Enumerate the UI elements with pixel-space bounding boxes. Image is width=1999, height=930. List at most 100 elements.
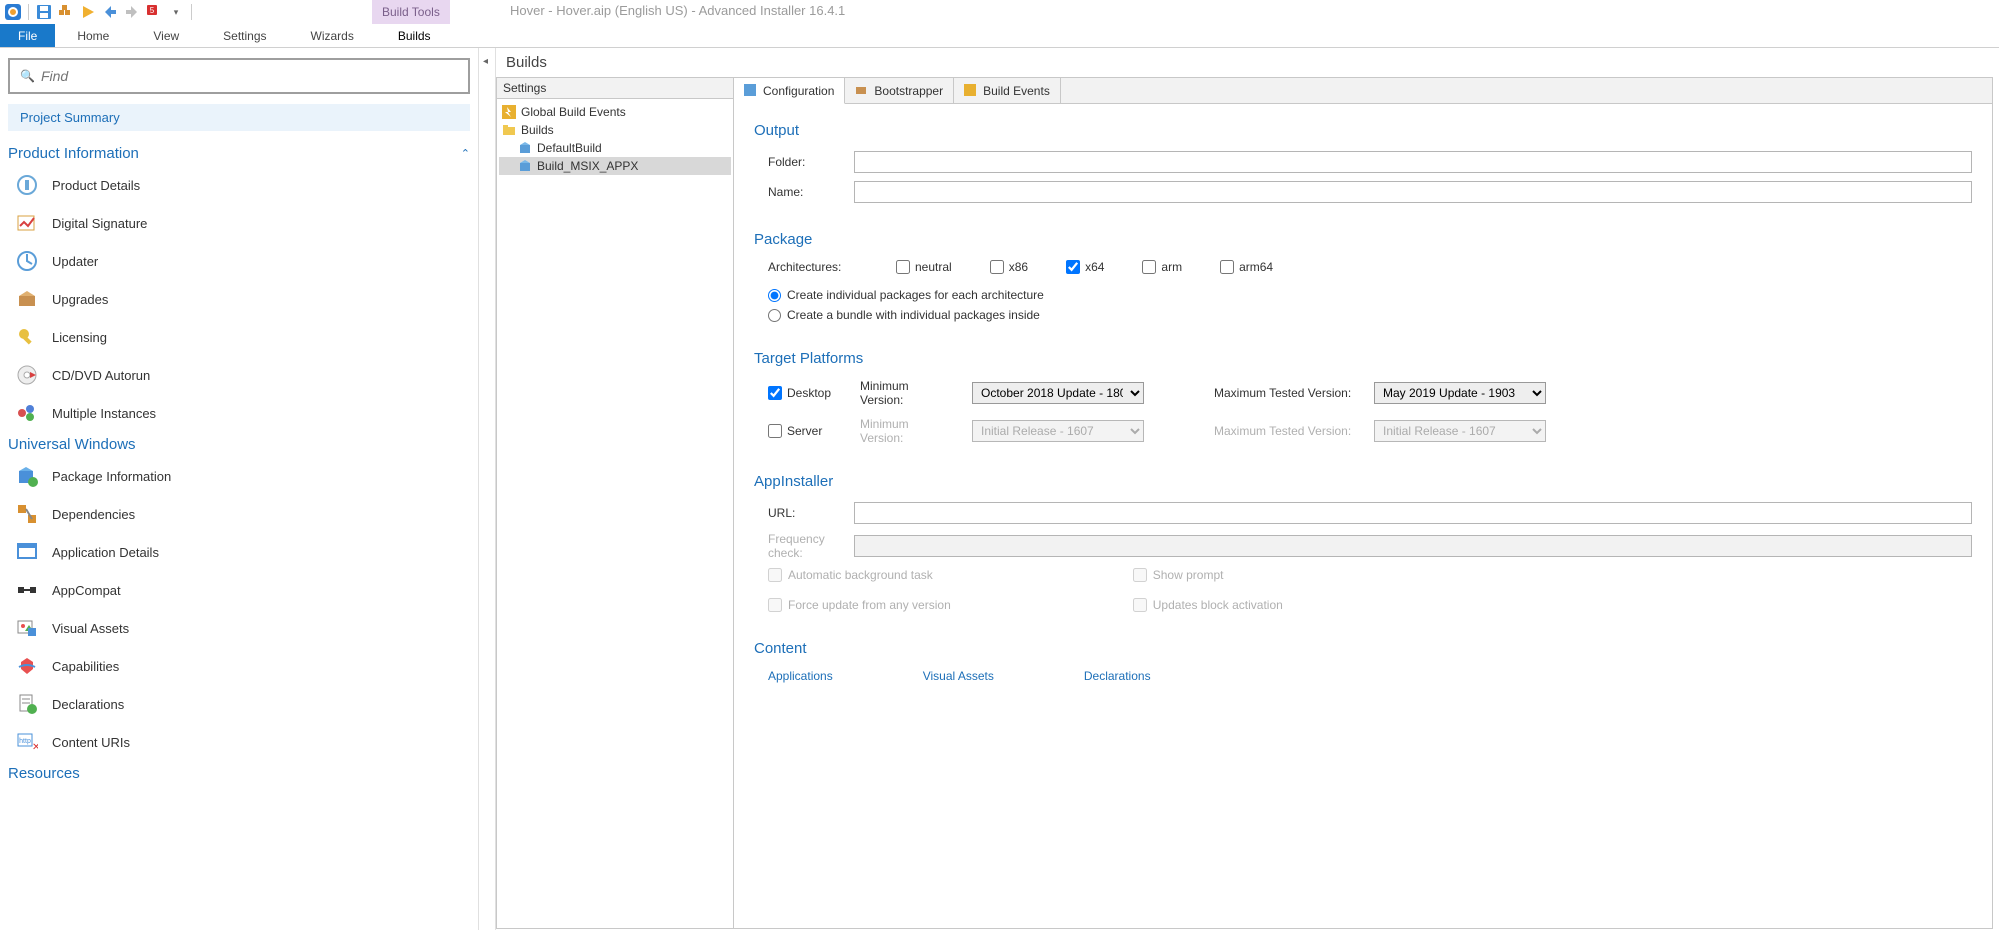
build-icon[interactable] <box>57 3 75 21</box>
chk-arm64[interactable]: arm64 <box>1220 260 1273 274</box>
chk-server[interactable]: Server <box>768 424 840 438</box>
chk-neutral[interactable]: neutral <box>896 260 952 274</box>
nav-declarations[interactable]: Declarations <box>8 685 470 723</box>
section-label: Resources <box>8 765 80 782</box>
quick-access-toolbar: 5 ▾ <box>4 3 194 21</box>
radio-individual-packages[interactable]: Create individual packages for each arch… <box>754 288 1972 302</box>
chk-label: neutral <box>915 260 952 274</box>
tab-build-events[interactable]: Build Events <box>954 78 1061 103</box>
tree-default-build[interactable]: DefaultBuild <box>499 139 731 157</box>
forward-icon[interactable] <box>123 3 141 21</box>
link-declarations[interactable]: Declarations <box>1084 669 1151 683</box>
ribbon-tab-builds[interactable]: Builds <box>376 24 453 47</box>
qat-dropdown-icon[interactable]: ▾ <box>167 3 185 21</box>
appcompat-icon <box>14 577 40 603</box>
nav-label: Multiple Instances <box>52 406 156 421</box>
select-server-min: Initial Release - 1607 <box>972 420 1144 442</box>
section-content: Content <box>754 640 1972 657</box>
nav-multiple-instances[interactable]: Multiple Instances <box>8 394 470 432</box>
signature-icon <box>14 210 40 236</box>
nav-dependencies[interactable]: Dependencies <box>8 495 470 533</box>
search-input[interactable] <box>41 68 458 84</box>
radio-label: Create a bundle with individual packages… <box>787 308 1040 322</box>
chk-desktop[interactable]: Desktop <box>768 386 840 400</box>
window-title: Hover - Hover.aip (English US) - Advance… <box>510 3 845 18</box>
label-architectures: Architectures: <box>768 260 858 274</box>
build-box-icon <box>517 140 533 156</box>
project-summary-link[interactable]: Project Summary <box>8 104 470 131</box>
select-desktop-max[interactable]: May 2019 Update - 1903 <box>1374 382 1546 404</box>
context-tab-buildtools[interactable]: Build Tools <box>372 0 450 24</box>
content-uris-icon: http✕ <box>14 729 40 755</box>
disc-icon <box>14 362 40 388</box>
run-icon[interactable] <box>79 3 97 21</box>
search-icon: 🔍 <box>20 69 35 83</box>
chk-x64[interactable]: x64 <box>1066 260 1104 274</box>
tab-label: Configuration <box>763 84 834 98</box>
titlebar: 5 ▾ Build Tools Hover - Hover.aip (Engli… <box>0 0 1999 24</box>
chk-label: Desktop <box>787 386 831 400</box>
tree-builds-folder[interactable]: Builds <box>499 121 731 139</box>
input-frequency <box>854 535 1972 557</box>
svg-text:http: http <box>19 738 31 745</box>
input-url[interactable] <box>854 502 1972 524</box>
nav-licensing[interactable]: Licensing <box>8 318 470 356</box>
pane-title: Builds <box>496 48 1999 77</box>
input-name[interactable] <box>854 181 1972 203</box>
build-box-icon <box>517 158 533 174</box>
instances-icon <box>14 400 40 426</box>
input-folder[interactable] <box>854 151 1972 173</box>
bootstrapper-icon <box>855 84 869 98</box>
back-icon[interactable] <box>101 3 119 21</box>
nav-application-details[interactable]: Application Details <box>8 533 470 571</box>
nav-cddvd-autorun[interactable]: CD/DVD Autorun <box>8 356 470 394</box>
nav-label: Licensing <box>52 330 107 345</box>
section-product-information[interactable]: Product Information ⌃ <box>8 141 470 166</box>
form-area: Output Folder: Name: Package Architectur… <box>734 104 1992 928</box>
notification-icon[interactable]: 5 <box>145 3 163 21</box>
tree-label: Build_MSIX_APPX <box>537 159 638 173</box>
chk-arm[interactable]: arm <box>1142 260 1182 274</box>
nav-label: AppCompat <box>52 583 121 598</box>
section-appinstaller: AppInstaller <box>754 473 1972 490</box>
label-url: URL: <box>754 506 854 520</box>
events-icon <box>964 84 978 98</box>
ribbon-tab-home[interactable]: Home <box>55 24 131 47</box>
nav-product-details[interactable]: Product Details <box>8 166 470 204</box>
tree-msix-build[interactable]: Build_MSIX_APPX <box>499 157 731 175</box>
search-box[interactable]: 🔍 <box>8 58 470 94</box>
tab-bootstrapper[interactable]: Bootstrapper <box>845 78 954 103</box>
label-max-version-server: Maximum Tested Version: <box>1214 424 1354 438</box>
nav-capabilities[interactable]: Capabilities <box>8 647 470 685</box>
chk-label: x64 <box>1085 260 1104 274</box>
section-universal-windows[interactable]: Universal Windows <box>8 432 470 457</box>
save-icon[interactable] <box>35 3 53 21</box>
tab-configuration[interactable]: Configuration <box>734 78 845 104</box>
ribbon-tab-file[interactable]: File <box>0 24 55 47</box>
declarations-icon <box>14 691 40 717</box>
nav-label: CD/DVD Autorun <box>52 368 150 383</box>
nav-label: Application Details <box>52 545 159 560</box>
nav-appcompat[interactable]: AppCompat <box>8 571 470 609</box>
radio-bundle[interactable]: Create a bundle with individual packages… <box>754 308 1972 322</box>
nav-content-uris[interactable]: http✕Content URIs <box>8 723 470 761</box>
chk-x86[interactable]: x86 <box>990 260 1028 274</box>
ribbon-tab-settings[interactable]: Settings <box>201 24 288 47</box>
splitter[interactable]: ◂ <box>478 48 496 930</box>
section-resources[interactable]: Resources <box>8 761 470 786</box>
nav-digital-signature[interactable]: Digital Signature <box>8 204 470 242</box>
updater-icon <box>14 248 40 274</box>
section-output: Output <box>754 122 1972 139</box>
ribbon-tab-wizards[interactable]: Wizards <box>289 24 376 47</box>
link-visual-assets[interactable]: Visual Assets <box>923 669 994 683</box>
nav-updater[interactable]: Updater <box>8 242 470 280</box>
nav-upgrades[interactable]: Upgrades <box>8 280 470 318</box>
link-applications[interactable]: Applications <box>768 669 833 683</box>
collapse-arrow-icon[interactable]: ◂ <box>483 56 488 67</box>
select-desktop-min[interactable]: October 2018 Update - 1809 <box>972 382 1144 404</box>
chevron-up-icon: ⌃ <box>461 147 470 160</box>
nav-package-information[interactable]: Package Information <box>8 457 470 495</box>
tree-global-events[interactable]: Global Build Events <box>499 103 731 121</box>
nav-visual-assets[interactable]: Visual Assets <box>8 609 470 647</box>
ribbon-tab-view[interactable]: View <box>131 24 201 47</box>
